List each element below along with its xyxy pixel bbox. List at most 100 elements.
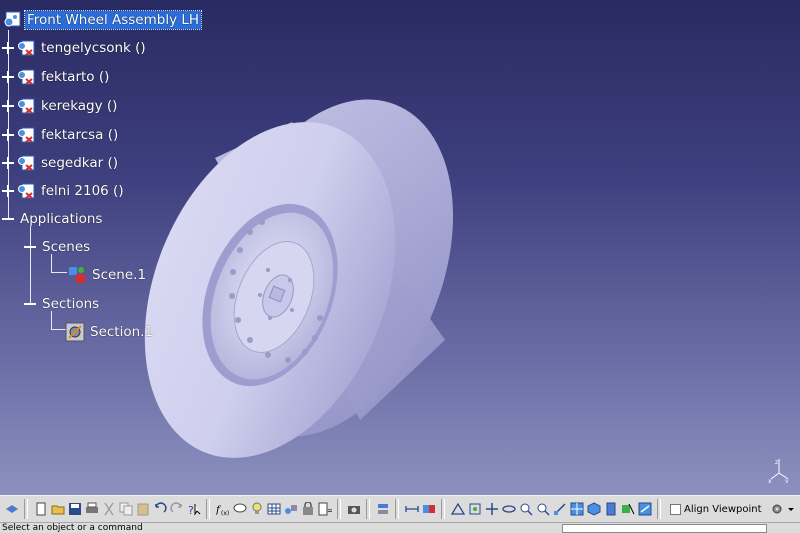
expand-plus-icon[interactable] [2,157,14,169]
paste-icon[interactable] [135,502,150,517]
toolbar-separator [24,499,28,519]
fly-mode-icon[interactable] [450,502,465,517]
dropdown-arrow-icon[interactable] [787,502,795,517]
toolbar-separator [337,499,341,519]
tree-part-label[interactable]: fektarto () [39,68,111,86]
svg-text:x: x [768,478,772,483]
print-icon[interactable] [84,502,99,517]
toolbar-separator [366,499,370,519]
part-icon [18,155,35,171]
svg-text:=: = [327,506,332,515]
toolbar-separator [441,499,445,519]
svg-text:(x): (x) [221,510,229,516]
iso-view-icon[interactable] [586,502,601,517]
normal-view-icon[interactable] [552,502,567,517]
tree-root[interactable]: Front Wheel Assembly LH [2,9,203,31]
align-viewpoint-toggle[interactable]: Align Viewpoint [670,503,762,515]
table-icon[interactable] [266,502,281,517]
formula-icon[interactable]: f (x) [215,502,230,517]
tree-applications[interactable]: Applications [2,208,104,230]
tree-sections[interactable]: Sections [24,293,101,315]
zoom-in-icon[interactable] [518,502,533,517]
wheel-3d-model[interactable] [0,0,800,495]
toolbar-separator [657,499,661,519]
product-icon [4,11,21,27]
svg-text:z: z [775,459,778,466]
part-icon [18,40,35,56]
toolbar-separator [206,499,210,519]
tree-section-item[interactable]: Section.1 [65,321,155,343]
cut-icon[interactable] [101,502,116,517]
expand-plus-icon[interactable] [2,185,14,197]
scene-icon [69,267,85,283]
save-icon[interactable] [67,502,82,517]
tree-part[interactable]: kerekagy () [2,95,119,117]
tree-connector [51,272,67,273]
whats-this-icon[interactable]: ? [186,502,201,517]
svg-text:y: y [785,478,789,483]
tree-root-label[interactable]: Front Wheel Assembly LH [23,10,203,30]
tree-part[interactable]: segedkar () [2,152,120,174]
part-icon [18,69,35,85]
toolbar-separator [395,499,399,519]
part-icon [18,127,35,143]
align-viewpoint-checkbox[interactable] [670,503,681,515]
tree-part-label[interactable]: felni 2106 () [39,182,126,200]
tree-part-label[interactable]: segedkar () [39,154,120,172]
comment-icon[interactable] [232,502,247,517]
3d-viewport[interactable]: Front Wheel Assembly LH tengelycsonk () … [0,0,800,495]
expand-plus-icon[interactable] [2,129,14,141]
tree-scene-label[interactable]: Scene.1 [90,266,148,284]
tree-scenes[interactable]: Scenes [24,236,92,258]
fit-all-icon[interactable] [467,502,482,517]
open-folder-icon[interactable] [50,502,65,517]
new-document-icon[interactable] [33,502,48,517]
undo-icon[interactable] [152,502,167,517]
pan-icon[interactable] [484,502,499,517]
safe-lock-icon[interactable] [300,502,315,517]
tree-part-label[interactable]: kerekagy () [39,97,119,115]
layers-icon[interactable] [4,502,19,517]
copy-icon[interactable] [118,502,133,517]
tree-section-label[interactable]: Section.1 [88,323,155,341]
tree-applications-label[interactable]: Applications [18,210,104,228]
collapse-minus-icon[interactable] [24,298,36,310]
part-icon [18,183,35,199]
expand-plus-icon[interactable] [2,42,14,54]
tree-part[interactable]: fektarcsa () [2,124,120,146]
axis-triad-icon: z x y [768,459,789,483]
svg-text:?: ? [188,504,194,516]
tree-part[interactable]: fektarto () [2,66,111,88]
tree-sections-label[interactable]: Sections [40,295,101,313]
tree-part[interactable]: tengelycsonk () [2,37,148,59]
tree-part-label[interactable]: fektarcsa () [39,126,120,144]
catalog-icon[interactable] [283,502,298,517]
collapse-minus-icon[interactable] [2,213,14,225]
zoom-out-icon[interactable] [535,502,550,517]
shading-icon[interactable] [603,502,618,517]
redo-icon[interactable] [169,502,184,517]
distance-icon[interactable] [404,502,419,517]
part-icon [18,98,35,114]
explode-icon[interactable] [375,502,390,517]
standard-toolbar: ? f (x) = Align Viewpoint [0,495,800,523]
tree-scene-item[interactable]: Scene.1 [67,264,148,286]
hide-show-icon[interactable] [620,502,635,517]
align-viewpoint-label: Align Viewpoint [684,503,762,515]
multi-view-icon[interactable] [569,502,584,517]
parameters-icon[interactable]: = [317,502,332,517]
tree-part-label[interactable]: tengelycsonk () [39,39,148,57]
collapse-minus-icon[interactable] [24,241,36,253]
rotate-icon[interactable] [501,502,516,517]
settings-gear-icon[interactable] [770,502,785,517]
tree-part[interactable]: felni 2106 () [2,180,126,202]
expand-plus-icon[interactable] [2,71,14,83]
clash-icon[interactable] [421,502,436,517]
camera-icon[interactable] [346,502,361,517]
command-input[interactable] [562,524,767,533]
tree-scenes-label[interactable]: Scenes [40,238,92,256]
swap-visible-space-icon[interactable] [637,502,652,517]
status-message: Select an object or a command [2,523,143,533]
light-bulb-icon[interactable] [249,502,264,517]
expand-plus-icon[interactable] [2,100,14,112]
